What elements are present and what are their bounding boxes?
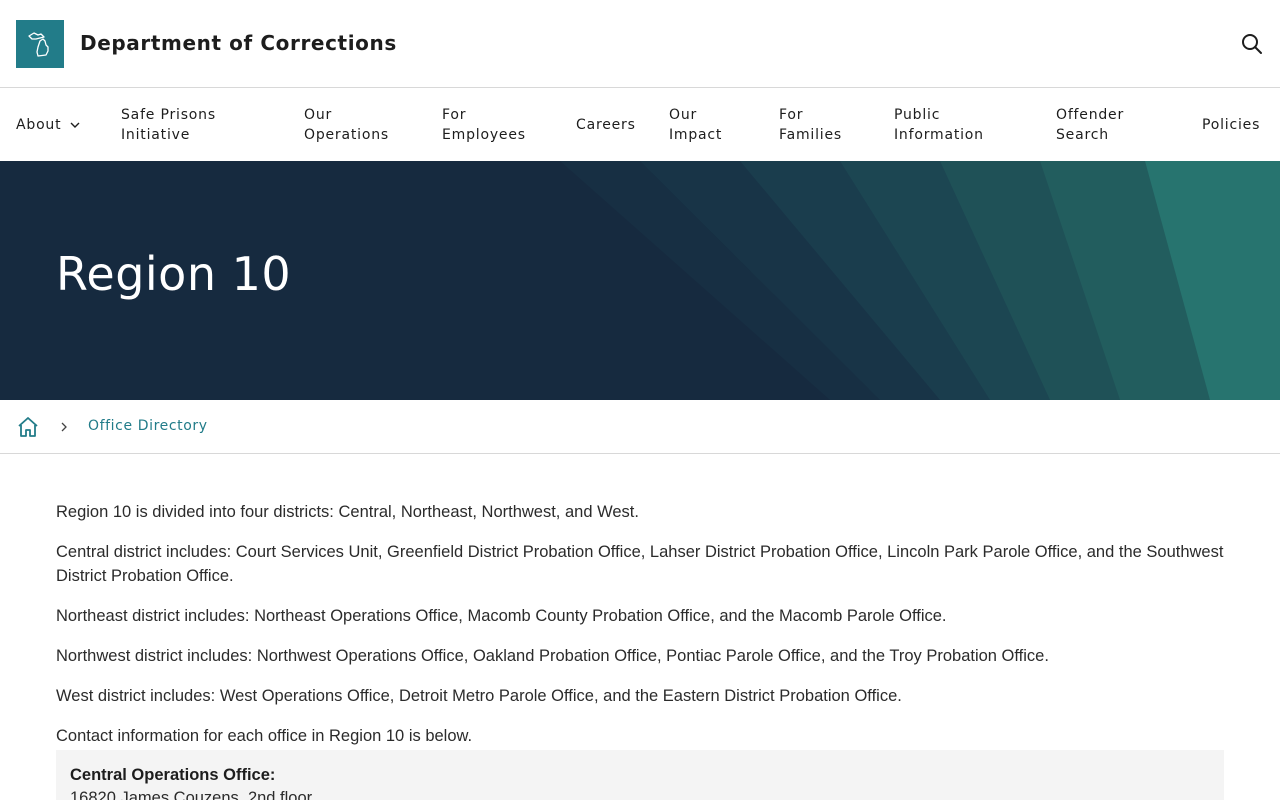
office-name: Central Operations Office: xyxy=(70,766,276,784)
office-card: Central Operations Office: 16820 James C… xyxy=(56,750,1224,800)
office-address: 16820 James Couzens, 2nd floor xyxy=(70,789,313,800)
central-district-paragraph: Central district includes: Court Service… xyxy=(56,543,1224,585)
nav-item-for-families[interactable]: For Families xyxy=(779,89,842,161)
intro-paragraph: Region 10 is divided into four districts… xyxy=(56,503,639,521)
west-district-paragraph: West district includes: West Operations … xyxy=(56,687,902,705)
site-header: Department of Corrections xyxy=(0,0,1280,88)
page-title: Region 10 xyxy=(56,247,292,301)
chevron-down-icon xyxy=(69,119,81,131)
northwest-district-paragraph: Northwest district includes: Northwest O… xyxy=(56,647,1049,665)
main-nav: About Safe Prisons Initiative Our Operat… xyxy=(0,89,1280,161)
search-icon xyxy=(1242,34,1262,54)
nav-item-our-impact[interactable]: Our Impact xyxy=(669,89,722,161)
nav-item-about[interactable]: About xyxy=(16,89,81,161)
contact-info-paragraph: Contact information for each office in R… xyxy=(56,727,473,745)
michigan-logo-icon[interactable] xyxy=(16,20,64,68)
breadcrumb: Office Directory xyxy=(0,400,1280,454)
nav-item-careers[interactable]: Careers xyxy=(576,89,636,161)
main-content: Region 10 is divided into four districts… xyxy=(56,500,1224,764)
nav-item-policies[interactable]: Policies xyxy=(1202,89,1260,161)
nav-item-safe-prisons-initiative[interactable]: Safe Prisons Initiative xyxy=(121,89,216,161)
chevron-right-icon xyxy=(58,420,70,434)
michigan-map-icon xyxy=(28,32,49,57)
nav-item-label: About xyxy=(16,117,62,133)
breadcrumb-home-link[interactable] xyxy=(16,415,40,439)
search-button[interactable] xyxy=(1238,30,1266,58)
site-title[interactable]: Department of Corrections xyxy=(80,31,397,55)
northeast-district-paragraph: Northeast district includes: Northeast O… xyxy=(56,607,947,625)
nav-item-for-employees[interactable]: For Employees xyxy=(442,89,526,161)
breadcrumb-office-directory-link[interactable]: Office Directory xyxy=(88,418,208,434)
nav-item-our-operations[interactable]: Our Operations xyxy=(304,89,389,161)
nav-item-public-information[interactable]: Public Information xyxy=(894,89,984,161)
nav-item-offender-search[interactable]: Offender Search xyxy=(1056,89,1124,161)
hero-banner: Region 10 xyxy=(0,161,1280,400)
home-icon xyxy=(18,417,38,437)
